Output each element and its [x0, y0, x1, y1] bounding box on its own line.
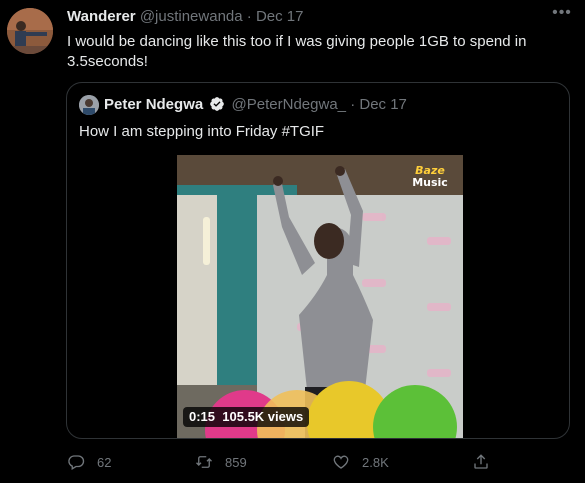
video-time: 0:15 — [189, 409, 216, 424]
like-button[interactable]: 2.8K — [332, 450, 389, 474]
quoted-text: How I am stepping into Friday #TGIF — [79, 123, 325, 140]
quoted-tweet[interactable]: Peter Ndegwa @PeterNdegwa_ · Dec 17 How … — [66, 82, 570, 439]
retweet-count: 859 — [225, 454, 247, 470]
quoted-header: Peter Ndegwa @PeterNdegwa_ · Dec 17 — [104, 96, 407, 114]
like-count: 2.8K — [362, 454, 389, 470]
brand-logo: Baze Music — [409, 165, 451, 189]
video-views: 105.5K views — [222, 409, 304, 424]
action-bar: 62 859 2.8K — [0, 450, 585, 474]
quoted-avatar[interactable] — [79, 95, 99, 115]
heart-icon — [333, 455, 349, 469]
reply-count: 62 — [97, 454, 112, 470]
quoted-date[interactable]: Dec 17 — [359, 96, 407, 113]
verified-badge-icon — [209, 96, 225, 112]
author-handle[interactable]: @justinewanda — [140, 8, 243, 25]
quoted-separator-dot: · — [350, 96, 356, 113]
reply-icon — [68, 455, 85, 470]
reply-button[interactable]: 62 — [67, 450, 111, 474]
avatar[interactable] — [7, 8, 53, 54]
share-button[interactable] — [472, 450, 502, 474]
separator-dot: · — [246, 8, 252, 25]
retweet-icon — [196, 456, 212, 468]
author-name[interactable]: Wanderer — [67, 8, 136, 25]
more-icon[interactable]: ••• — [551, 5, 573, 26]
share-icon — [474, 454, 488, 469]
tweet-text: I would be dancing like this too if I wa… — [67, 33, 527, 70]
quoted-author-name[interactable]: Peter Ndegwa — [104, 96, 203, 113]
video-time-badge: 0:15 105.5K views — [183, 407, 310, 427]
video-frame — [177, 155, 463, 438]
retweet-button[interactable]: 859 — [195, 450, 247, 474]
quoted-author-handle[interactable]: @PeterNdegwa_ — [232, 96, 346, 113]
tweet[interactable]: Wanderer @justinewanda · Dec 17 ••• I wo… — [0, 0, 585, 483]
video-player[interactable]: Baze Music 0:15 105.5K views — [177, 155, 463, 438]
brand-line2: Music — [412, 176, 448, 189]
tweet-header: Wanderer @justinewanda · Dec 17 — [67, 8, 303, 26]
tweet-date[interactable]: Dec 17 — [256, 8, 304, 25]
